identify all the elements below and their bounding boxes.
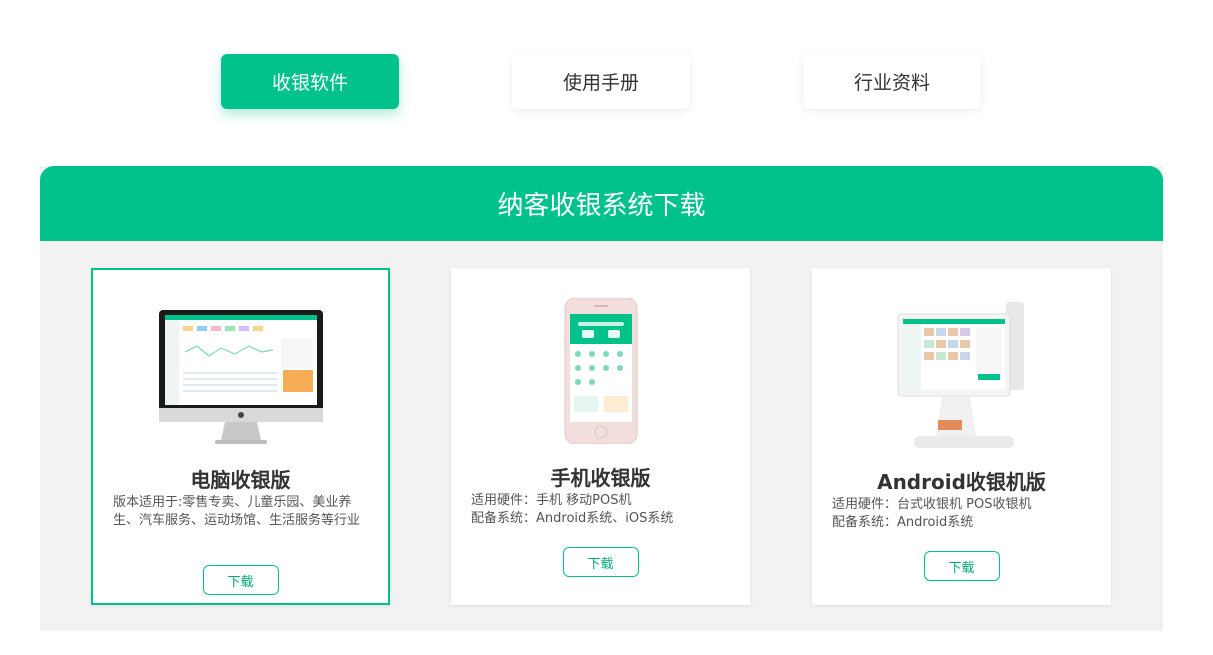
tab-industry-materials[interactable]: 行业资料 <box>803 54 981 109</box>
pos-terminal-image <box>897 302 1024 448</box>
card-description: 版本适用于:零售专卖、儿童乐园、美业养生、汽车服务、运动场馆、生活服务等行业 <box>113 495 361 528</box>
tab-cashier-software[interactable]: 收银软件 <box>221 54 399 109</box>
card-title: Android收银机版 <box>877 470 1046 494</box>
download-button[interactable]: 下载 <box>562 547 639 577</box>
smartphone-image <box>564 298 637 444</box>
card-title: 手机收银版 <box>550 466 651 490</box>
download-button[interactable]: 下载 <box>202 565 279 595</box>
card-desktop[interactable]: 电脑收银版 版本适用于:零售专卖、儿童乐园、美业养生、汽车服务、运动场馆、生活服… <box>91 268 390 605</box>
card-title: 电脑收银版 <box>190 468 291 492</box>
card-description-system: 配备系统：Android系统、iOS系统 <box>471 511 674 526</box>
category-tabs: 收银软件 使用手册 行业资料 <box>0 54 1213 110</box>
card-mobile[interactable]: 手机收银版 适用硬件：手机 移动POS机 配备系统：Android系统、iOS系… <box>451 268 750 605</box>
panel-title: 纳客收银系统下载 <box>40 166 1163 241</box>
card-android-pos[interactable]: Android收银机版 适用硬件：台式收银机 POS收银机 配备系统：Andro… <box>812 268 1111 605</box>
desktop-monitor-image <box>158 310 323 444</box>
download-panel: 纳客收银系统下载 电脑收银版 版本适用于:零售专卖、儿童乐园、美业养生、汽车服务… <box>40 166 1163 631</box>
download-button[interactable]: 下载 <box>923 551 1000 581</box>
card-description-system: 配备系统：Android系统 <box>832 515 974 530</box>
card-description-hardware: 适用硬件：手机 移动POS机 <box>471 493 632 508</box>
card-description-hardware: 适用硬件：台式收银机 POS收银机 <box>832 497 1032 512</box>
tab-user-manual[interactable]: 使用手册 <box>512 54 690 109</box>
